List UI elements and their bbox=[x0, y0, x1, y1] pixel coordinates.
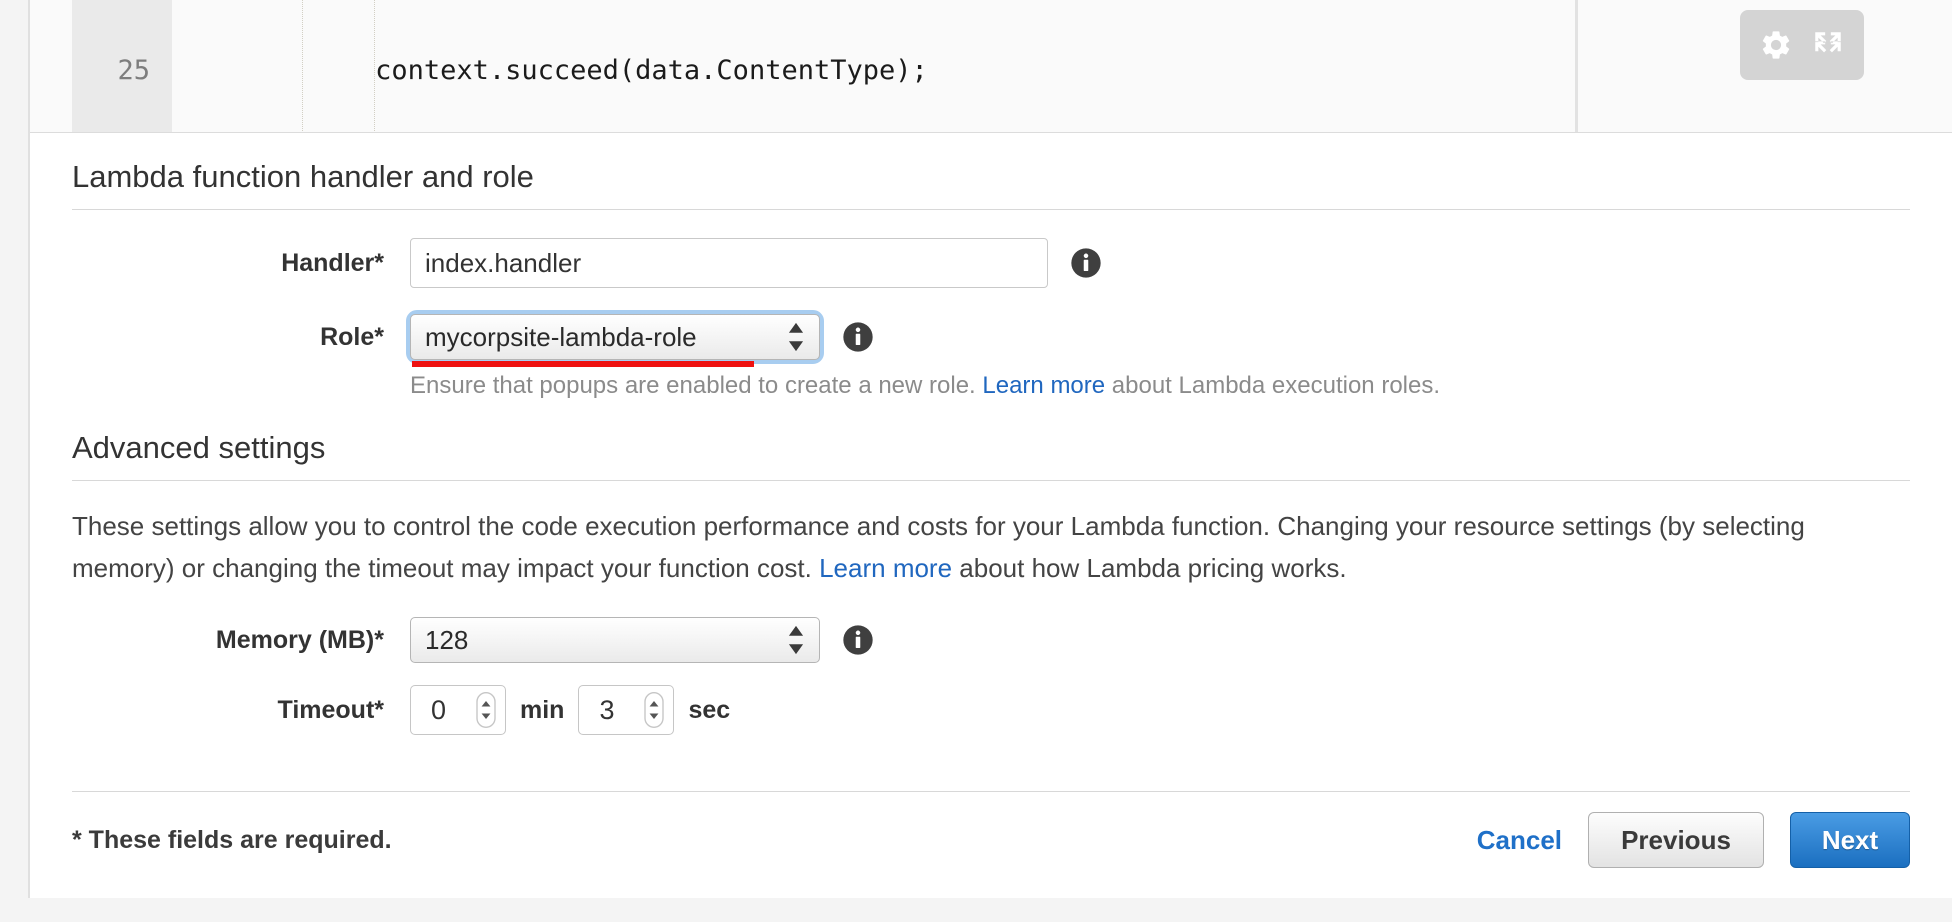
memory-select-wrapper: 128 bbox=[410, 617, 820, 663]
timeout-field-row: Timeout* 0 min 3 bbox=[72, 685, 1910, 735]
memory-label: Memory (MB)* bbox=[72, 626, 410, 655]
info-icon[interactable] bbox=[1070, 247, 1102, 279]
next-button[interactable]: Next bbox=[1790, 812, 1910, 868]
select-stepper-icon bbox=[787, 320, 805, 354]
wizard-footer: * These fields are required. Cancel Prev… bbox=[30, 792, 1952, 888]
stepper-arrows-icon[interactable] bbox=[644, 692, 664, 728]
role-label: Role* bbox=[72, 323, 410, 352]
editor-toolbar bbox=[1740, 10, 1864, 80]
footer-actions: Cancel Previous Next bbox=[1477, 812, 1910, 868]
code-editor[interactable]: 25 context.succeed(data.ContentType); 26… bbox=[30, 0, 1952, 133]
select-stepper-icon bbox=[787, 623, 805, 657]
role-helper-before: Ensure that popups are enabled to create… bbox=[410, 372, 982, 399]
role-select-wrapper: mycorpsite-lambda-role bbox=[410, 314, 820, 360]
info-icon[interactable] bbox=[842, 321, 874, 353]
section-title-handler: Lambda function handler and role bbox=[72, 159, 1910, 195]
previous-button[interactable]: Previous bbox=[1588, 812, 1764, 868]
role-select-value: mycorpsite-lambda-role bbox=[425, 322, 697, 352]
handler-and-role-section: Lambda function handler and role Handler… bbox=[30, 133, 1952, 400]
timeout-seconds-value: 3 bbox=[579, 695, 614, 726]
code-line: 25 context.succeed(data.ContentType); bbox=[30, 50, 1952, 91]
expand-arrows-icon[interactable] bbox=[1811, 28, 1845, 62]
timeout-seconds-unit: sec bbox=[688, 696, 730, 725]
role-annotation-underline bbox=[412, 361, 754, 367]
stepper-arrows-icon[interactable] bbox=[476, 692, 496, 728]
timeout-minutes-value: 0 bbox=[411, 695, 446, 726]
editor-divider bbox=[1575, 0, 1578, 133]
section-title-advanced: Advanced settings bbox=[72, 430, 1910, 466]
divider bbox=[72, 480, 1910, 481]
wizard-panel: 25 context.succeed(data.ContentType); 26… bbox=[28, 0, 1952, 898]
role-helper-link[interactable]: Learn more bbox=[982, 372, 1105, 399]
memory-select[interactable]: 128 bbox=[410, 617, 820, 663]
handler-input[interactable] bbox=[410, 238, 1048, 288]
cancel-button[interactable]: Cancel bbox=[1477, 825, 1562, 856]
handler-field-row: Handler* bbox=[72, 238, 1910, 288]
advanced-settings-description: These settings allow you to control the … bbox=[72, 505, 1882, 589]
info-icon[interactable] bbox=[842, 624, 874, 656]
role-helper-after: about Lambda execution roles. bbox=[1105, 372, 1440, 399]
role-select[interactable]: mycorpsite-lambda-role bbox=[410, 314, 820, 360]
role-field-row: Role* mycorpsite-lambda-role bbox=[72, 314, 1910, 360]
page-root: 25 context.succeed(data.ContentType); 26… bbox=[0, 0, 1952, 922]
timeout-label: Timeout* bbox=[72, 696, 410, 725]
code-lines: 25 context.succeed(data.ContentType); 26… bbox=[30, 0, 1952, 133]
timeout-seconds-stepper[interactable]: 3 bbox=[578, 685, 674, 735]
advanced-settings-section: Advanced settings These settings allow y… bbox=[30, 400, 1952, 735]
required-fields-note: * These fields are required. bbox=[72, 826, 392, 855]
divider bbox=[72, 209, 1910, 210]
pricing-learn-more-link[interactable]: Learn more bbox=[819, 553, 952, 583]
advanced-desc-after: about how Lambda pricing works. bbox=[952, 553, 1347, 583]
memory-field-row: Memory (MB)* 128 bbox=[72, 617, 1910, 663]
timeout-minutes-unit: min bbox=[520, 696, 564, 725]
line-text: context.succeed(data.ContentType); bbox=[172, 50, 928, 91]
role-helper-text: Ensure that popups are enabled to create… bbox=[72, 372, 1910, 400]
timeout-minutes-stepper[interactable]: 0 bbox=[410, 685, 506, 735]
memory-select-value: 128 bbox=[425, 625, 468, 655]
handler-label: Handler* bbox=[72, 249, 410, 278]
line-number: 25 bbox=[30, 50, 172, 91]
gear-icon[interactable] bbox=[1759, 28, 1793, 62]
